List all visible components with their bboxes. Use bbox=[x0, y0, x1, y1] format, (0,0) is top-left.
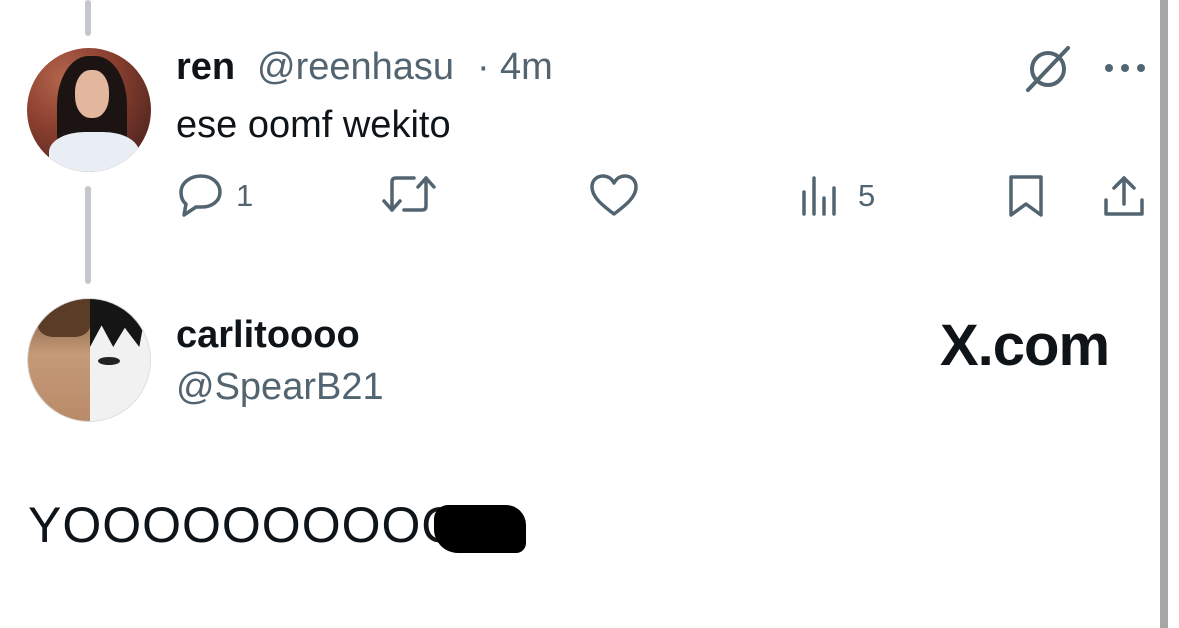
reply-timestamp[interactable]: 4m bbox=[500, 46, 553, 89]
avatar-left-hair bbox=[38, 299, 90, 337]
bookmark-icon[interactable] bbox=[1004, 172, 1048, 220]
thread-line-top bbox=[85, 0, 91, 36]
avatar-face bbox=[75, 70, 109, 118]
right-edge-border bbox=[1160, 0, 1168, 628]
reply-separator: · bbox=[477, 46, 490, 88]
redaction-scribble bbox=[434, 505, 526, 553]
views-count: 5 bbox=[858, 178, 876, 213]
xcom-watermark: X.com bbox=[940, 313, 1110, 378]
original-text: YOOOOOOOOOO bbox=[28, 497, 462, 553]
reply-icon[interactable] bbox=[176, 170, 226, 218]
reply-handle[interactable]: @reenhasu bbox=[257, 46, 454, 89]
tweet-screenshot: ren @reenhasu · 4m ese oomf wekito 1 5 c… bbox=[0, 0, 1179, 628]
original-display-name[interactable]: carlitoooo bbox=[176, 314, 360, 357]
share-icon[interactable] bbox=[1100, 172, 1148, 220]
grok-icon[interactable] bbox=[1022, 44, 1074, 94]
avatar-shirt bbox=[49, 132, 139, 172]
thread-line-connector bbox=[85, 186, 91, 284]
heart-icon[interactable] bbox=[588, 172, 640, 218]
reply-display-name[interactable]: ren bbox=[176, 46, 235, 89]
avatar-ren[interactable] bbox=[27, 48, 151, 172]
views-icon[interactable] bbox=[798, 174, 842, 218]
retweet-icon[interactable] bbox=[380, 170, 438, 218]
avatar-eye bbox=[98, 357, 120, 365]
original-handle[interactable]: @SpearB21 bbox=[176, 366, 384, 409]
avatar-carlitoooo[interactable] bbox=[27, 298, 151, 422]
reply-text: ese oomf wekito bbox=[176, 104, 451, 146]
reply-count: 1 bbox=[236, 178, 254, 213]
more-icon[interactable] bbox=[1102, 60, 1148, 76]
